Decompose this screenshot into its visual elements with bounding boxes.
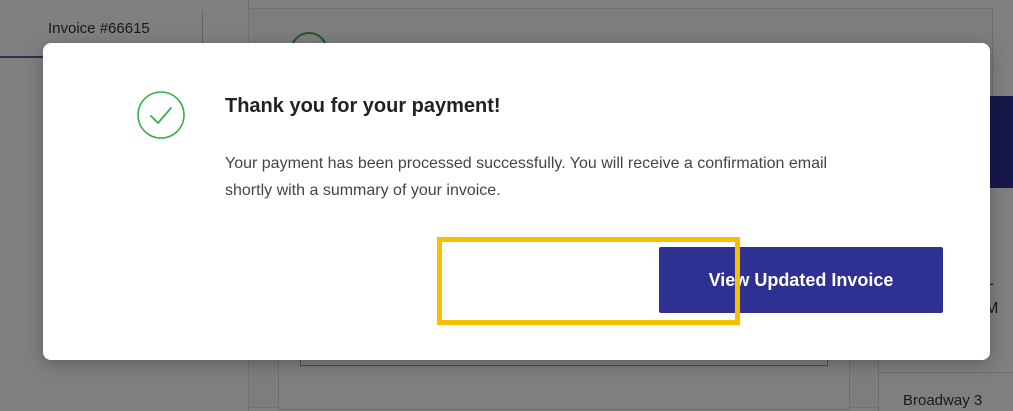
check-circle-icon [137, 91, 185, 139]
dialog-message: Your payment has been processed successf… [225, 155, 828, 199]
view-updated-invoice-button[interactable]: View Updated Invoice [659, 247, 943, 313]
payment-success-dialog: Thank you for your payment! Your payment… [43, 43, 990, 360]
dialog-title: Thank you for your payment! [225, 95, 501, 117]
